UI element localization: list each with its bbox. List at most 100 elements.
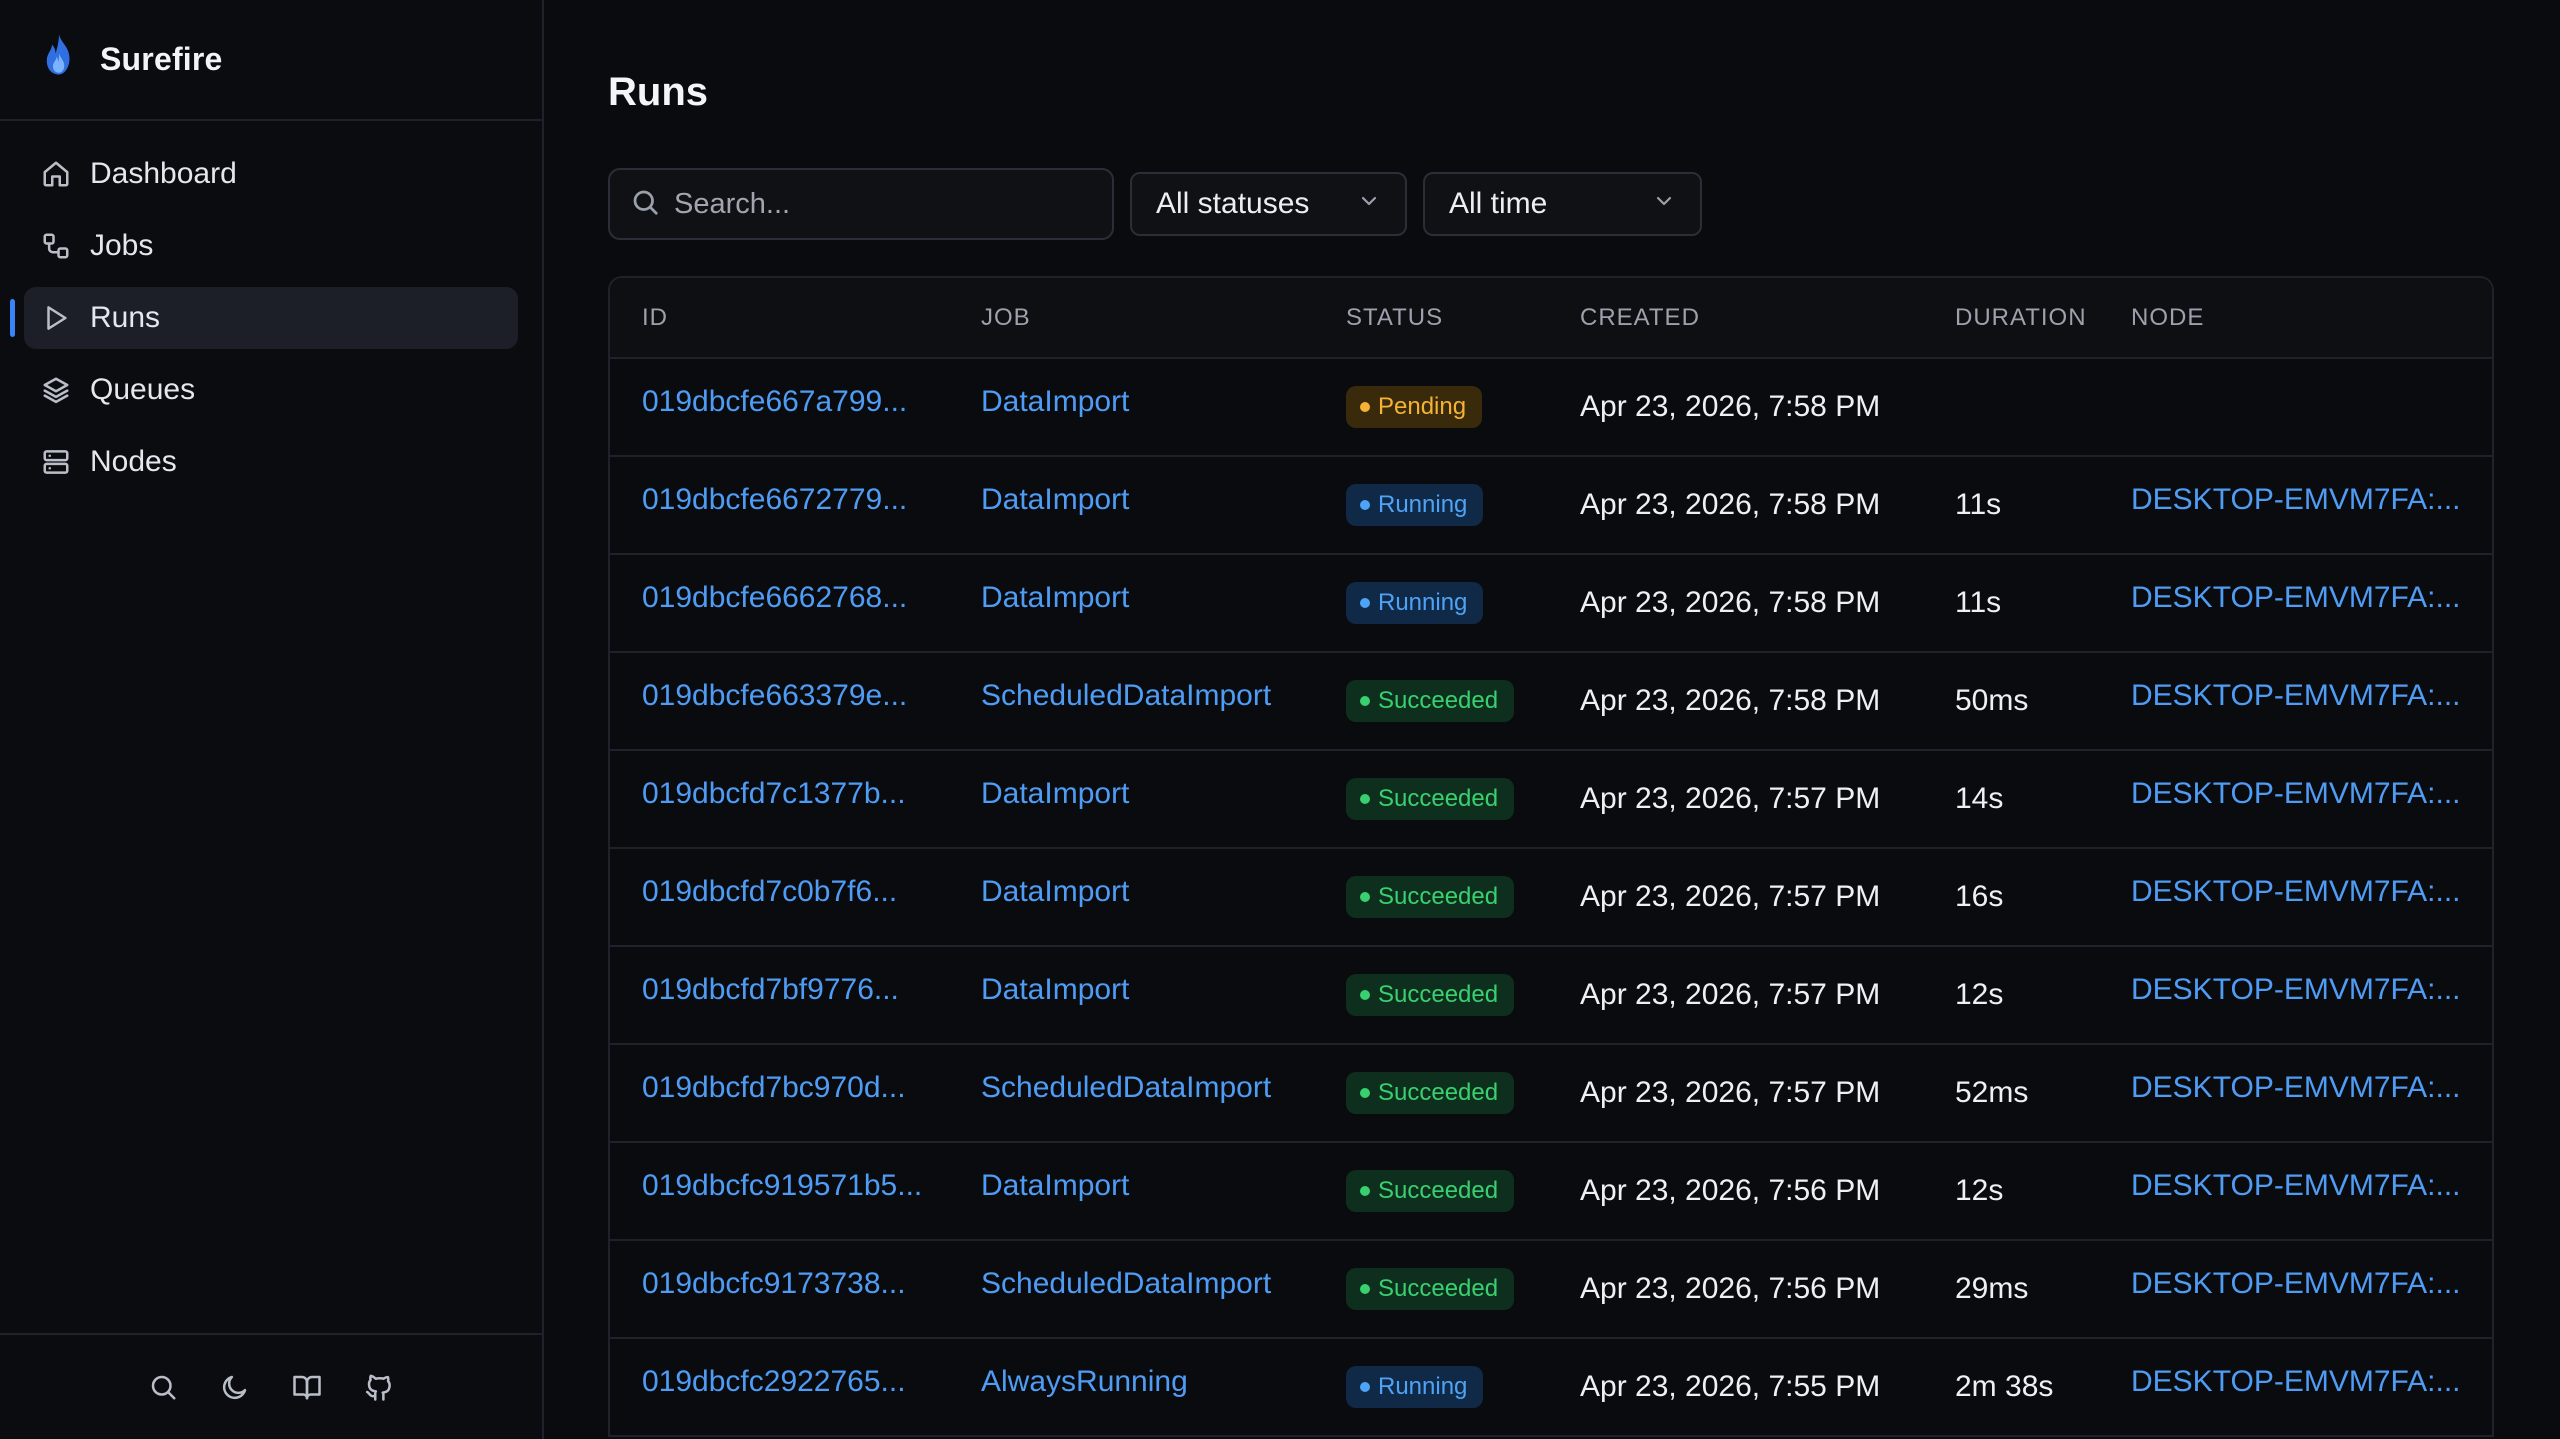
search-box[interactable] bbox=[608, 168, 1114, 240]
job-link[interactable]: DataImport bbox=[949, 554, 1314, 653]
status-dot bbox=[1360, 402, 1370, 412]
duration-cell: 29ms bbox=[1923, 1240, 2099, 1339]
run-id-link[interactable]: 019dbcfe6662768... bbox=[610, 554, 949, 653]
job-link[interactable]: ScheduledDataImport bbox=[949, 1044, 1314, 1143]
job-link[interactable]: DataImport bbox=[949, 750, 1314, 849]
job-link[interactable]: ScheduledDataImport bbox=[949, 652, 1314, 751]
node-link[interactable]: DESKTOP-EMVM7FA:... bbox=[2099, 554, 2492, 653]
table-row[interactable]: 019dbcfe667a799... DataImport Pending Apr 2… bbox=[610, 358, 2492, 457]
created-cell: Apr 23, 2026, 7:58 PM bbox=[1548, 554, 1923, 653]
node-link[interactable] bbox=[2099, 358, 2492, 457]
sidebar-item-dashboard[interactable]: Dashboard bbox=[24, 143, 518, 205]
node-link[interactable]: DESKTOP-EMVM7FA:... bbox=[2099, 848, 2492, 947]
job-link[interactable]: DataImport bbox=[949, 1142, 1314, 1241]
search-icon[interactable] bbox=[147, 1371, 179, 1403]
created-cell: Apr 23, 2026, 7:56 PM bbox=[1548, 1240, 1923, 1339]
table-header-row: ID JOB STATUS CREATED DURATION NODE bbox=[610, 278, 2492, 359]
table-row[interactable]: 019dbcfc2922765... AlwaysRunning Running Ap… bbox=[610, 1338, 2492, 1437]
duration-cell: 16s bbox=[1923, 848, 2099, 947]
job-link[interactable]: DataImport bbox=[949, 848, 1314, 947]
sidebar-item-label: Dashboard bbox=[90, 157, 237, 190]
run-id-link[interactable]: 019dbcfc2922765... bbox=[610, 1338, 949, 1437]
status-label: Succeeded bbox=[1378, 785, 1499, 812]
moon-icon[interactable] bbox=[219, 1371, 251, 1403]
run-id-link[interactable]: 019dbcfc9173738... bbox=[610, 1240, 949, 1339]
node-link[interactable]: DESKTOP-EMVM7FA:... bbox=[2099, 1240, 2492, 1339]
table-row[interactable]: 019dbcfd7c1377b... DataImport Succeeded Apr… bbox=[610, 750, 2492, 849]
sidebar-nav: Dashboard Jobs Runs Queues Nodes bbox=[0, 121, 542, 493]
status-label: Succeeded bbox=[1378, 883, 1499, 910]
github-icon[interactable] bbox=[363, 1371, 395, 1403]
status-label: Succeeded bbox=[1378, 1079, 1499, 1106]
created-cell: Apr 23, 2026, 7:56 PM bbox=[1548, 1142, 1923, 1241]
sidebar-item-queues[interactable]: Queues bbox=[24, 359, 518, 421]
run-id-link[interactable]: 019dbcfe6672779... bbox=[610, 456, 949, 555]
run-id-link[interactable]: 019dbcfc919571b5... bbox=[610, 1142, 949, 1241]
status-cell: Succeeded bbox=[1314, 1142, 1548, 1241]
job-link[interactable]: DataImport bbox=[949, 946, 1314, 1045]
table-row[interactable]: 019dbcfd7c0b7f6... DataImport Succeeded Apr… bbox=[610, 848, 2492, 947]
table-row[interactable]: 019dbcfc9173738... ScheduledDataImport Suc… bbox=[610, 1240, 2492, 1339]
run-id-link[interactable]: 019dbcfd7bc970d... bbox=[610, 1044, 949, 1143]
sidebar-item-jobs[interactable]: Jobs bbox=[24, 215, 518, 277]
time-filter-select[interactable]: All time bbox=[1423, 172, 1702, 236]
sidebar-item-label: Runs bbox=[90, 301, 161, 334]
node-link[interactable]: DESKTOP-EMVM7FA:... bbox=[2099, 456, 2492, 555]
status-dot bbox=[1360, 598, 1370, 608]
run-id-link[interactable]: 019dbcfd7c1377b... bbox=[610, 750, 949, 849]
column-header-job[interactable]: JOB bbox=[949, 278, 1314, 359]
job-link[interactable]: AlwaysRunning bbox=[949, 1338, 1314, 1437]
run-id-link[interactable]: 019dbcfe663379e... bbox=[610, 652, 949, 751]
node-link[interactable]: DESKTOP-EMVM7FA:... bbox=[2099, 1142, 2492, 1241]
node-link[interactable]: DESKTOP-EMVM7FA:... bbox=[2099, 652, 2492, 751]
status-cell: Succeeded bbox=[1314, 750, 1548, 849]
search-input[interactable] bbox=[674, 187, 1094, 221]
sidebar-item-label: Queues bbox=[90, 373, 196, 406]
time-filter-value: All time bbox=[1449, 187, 1548, 220]
table-row[interactable]: 019dbcfe6672779... DataImport Running Apr 2… bbox=[610, 456, 2492, 555]
status-filter-select[interactable]: All statuses bbox=[1130, 172, 1407, 236]
page-title: Runs bbox=[608, 70, 708, 114]
home-icon bbox=[40, 158, 72, 190]
workflow-icon bbox=[40, 230, 72, 262]
table-row[interactable]: 019dbcfe6662768... DataImport Running Apr 2… bbox=[610, 554, 2492, 653]
status-filter-value: All statuses bbox=[1156, 187, 1310, 220]
node-link[interactable]: DESKTOP-EMVM7FA:... bbox=[2099, 1044, 2492, 1143]
column-header-created[interactable]: CREATED bbox=[1548, 278, 1923, 359]
column-header-id[interactable]: ID bbox=[610, 278, 949, 359]
sidebar-item-runs[interactable]: Runs bbox=[10, 287, 518, 349]
brand[interactable]: Surefire bbox=[0, 0, 542, 121]
status-cell: Succeeded bbox=[1314, 652, 1548, 751]
status-badge: Succeeded bbox=[1346, 974, 1515, 1016]
table-row[interactable]: 019dbcfc919571b5... DataImport Succeeded Ap… bbox=[610, 1142, 2492, 1241]
job-link[interactable]: DataImport bbox=[949, 358, 1314, 457]
run-id-link[interactable]: 019dbcfd7bf9776... bbox=[610, 946, 949, 1045]
table-row[interactable]: 019dbcfd7bc970d... ScheduledDataImport Suc… bbox=[610, 1044, 2492, 1143]
column-header-duration[interactable]: DURATION bbox=[1923, 278, 2099, 359]
job-link[interactable]: DataImport bbox=[949, 456, 1314, 555]
job-link[interactable]: ScheduledDataImport bbox=[949, 1240, 1314, 1339]
created-cell: Apr 23, 2026, 7:57 PM bbox=[1548, 946, 1923, 1045]
duration-cell: 11s bbox=[1923, 554, 2099, 653]
sidebar-item-label: Nodes bbox=[90, 445, 177, 478]
node-link[interactable]: DESKTOP-EMVM7FA:... bbox=[2099, 946, 2492, 1045]
created-cell: Apr 23, 2026, 7:57 PM bbox=[1548, 750, 1923, 849]
run-id-link[interactable]: 019dbcfe667a799... bbox=[610, 358, 949, 457]
node-link[interactable]: DESKTOP-EMVM7FA:... bbox=[2099, 750, 2492, 849]
status-badge: Succeeded bbox=[1346, 1072, 1515, 1114]
status-label: Running bbox=[1378, 1373, 1468, 1400]
table-row[interactable]: 019dbcfd7bf9776... DataImport Succeeded Apr… bbox=[610, 946, 2492, 1045]
status-badge: Succeeded bbox=[1346, 1170, 1515, 1212]
sidebar-item-nodes[interactable]: Nodes bbox=[24, 431, 518, 493]
run-id-link[interactable]: 019dbcfd7c0b7f6... bbox=[610, 848, 949, 947]
filter-bar: All statuses All time bbox=[608, 168, 2560, 240]
table-row[interactable]: 019dbcfe663379e... ScheduledDataImport Suc… bbox=[610, 652, 2492, 751]
book-open-icon[interactable] bbox=[291, 1371, 323, 1403]
column-header-node[interactable]: NODE bbox=[2099, 278, 2492, 359]
duration-cell: 14s bbox=[1923, 750, 2099, 849]
server-icon bbox=[40, 446, 72, 478]
column-header-status[interactable]: STATUS bbox=[1314, 278, 1548, 359]
status-cell: Running bbox=[1314, 456, 1548, 555]
status-dot bbox=[1360, 1284, 1370, 1294]
node-link[interactable]: DESKTOP-EMVM7FA:... bbox=[2099, 1338, 2492, 1437]
